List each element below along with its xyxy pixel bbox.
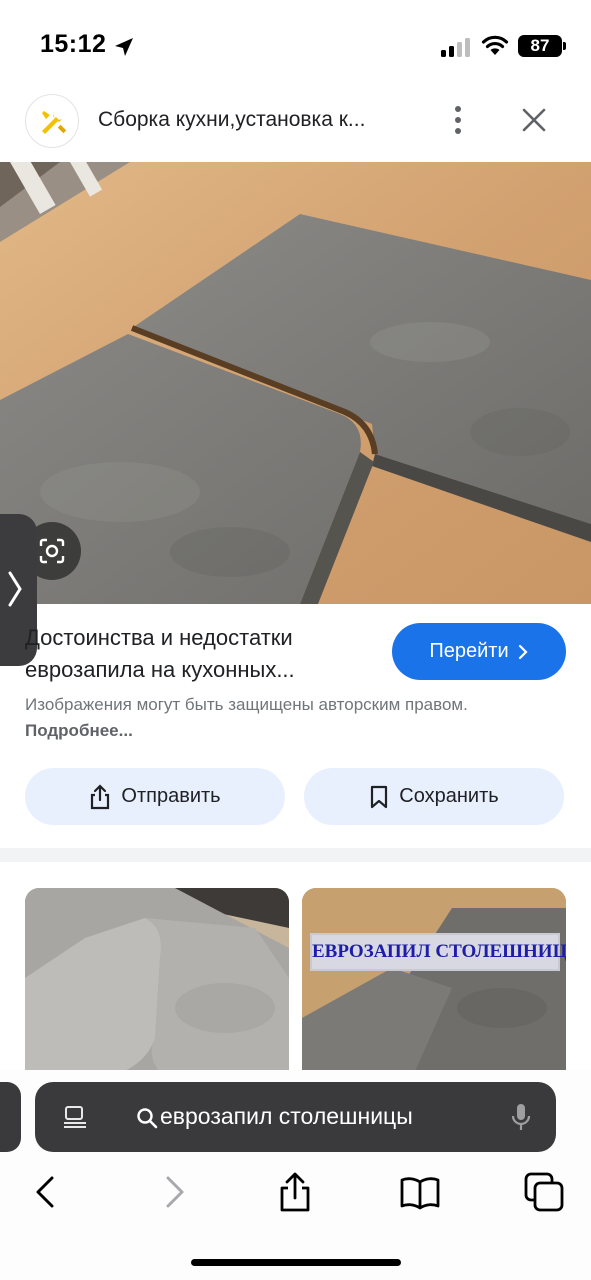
more-vert-icon[interactable] xyxy=(447,102,469,138)
share-icon[interactable] xyxy=(273,1170,317,1214)
address-bar[interactable]: еврозапил столешницы xyxy=(35,1082,556,1152)
countertop-photo xyxy=(0,162,591,604)
copyright-text: Изображения могут быть защищены авторски… xyxy=(25,695,468,714)
result-title[interactable]: Достоинства и недостатки еврозапила на к… xyxy=(25,622,375,686)
forward-icon[interactable] xyxy=(152,1170,196,1214)
battery-icon: 87 xyxy=(518,35,562,57)
home-indicator xyxy=(191,1259,401,1266)
address-text[interactable]: еврозапил столешницы xyxy=(160,1103,413,1130)
bookmarks-icon[interactable] xyxy=(398,1170,442,1214)
battery-cap xyxy=(563,42,566,50)
wifi-icon xyxy=(481,35,509,55)
related-image-1-photo xyxy=(25,888,289,1078)
status-bar: 15:12 87 xyxy=(0,0,591,90)
copyright-notice: Изображения могут быть защищены авторски… xyxy=(25,692,565,744)
save-button[interactable]: Сохранить xyxy=(304,768,564,825)
bookmark-icon xyxy=(371,785,388,808)
chevron-right-icon xyxy=(8,571,22,607)
result-title-line2: еврозапила на кухонных... xyxy=(25,657,295,682)
chevron-right-icon xyxy=(518,644,528,659)
cellular-signal-icon xyxy=(441,37,473,57)
microphone-icon[interactable] xyxy=(511,1102,531,1132)
lens-icon xyxy=(39,538,65,564)
back-icon[interactable] xyxy=(26,1170,70,1214)
tools-logo-icon xyxy=(42,111,67,134)
close-icon[interactable] xyxy=(519,105,549,135)
share-icon xyxy=(91,783,110,809)
search-icon xyxy=(137,1108,158,1129)
battery-level: 87 xyxy=(530,36,550,55)
share-button[interactable]: Отправить xyxy=(25,768,285,825)
related-image-2[interactable]: ЕВРОЗАПИЛ СТОЛЕШНИЦ xyxy=(302,888,566,1078)
more-info-link[interactable]: Подробнее... xyxy=(25,721,133,740)
related-image-2-caption: ЕВРОЗАПИЛ СТОЛЕШНИЦ xyxy=(310,933,566,971)
status-time: 15:12 xyxy=(40,30,107,58)
tabs-icon[interactable] xyxy=(522,1170,566,1214)
sheet-header: Сборка кухни,установка к... xyxy=(0,90,591,162)
related-image-1[interactable] xyxy=(25,888,289,1078)
related-image-2-photo xyxy=(302,888,566,1078)
site-logo[interactable] xyxy=(25,94,79,148)
go-button-label: Перейти xyxy=(429,640,509,662)
go-button[interactable]: Перейти xyxy=(392,623,566,680)
location-arrow-icon xyxy=(115,38,133,56)
share-button-label: Отправить xyxy=(121,785,221,807)
main-image[interactable] xyxy=(0,162,591,604)
previous-tab-peek[interactable] xyxy=(0,1082,21,1152)
site-title[interactable]: Сборка кухни,установка к... xyxy=(98,108,418,132)
section-divider xyxy=(0,848,591,862)
result-title-line1: Достоинства и недостатки xyxy=(25,625,293,650)
save-button-label: Сохранить xyxy=(399,785,499,807)
page-menu-icon[interactable] xyxy=(62,1104,88,1130)
